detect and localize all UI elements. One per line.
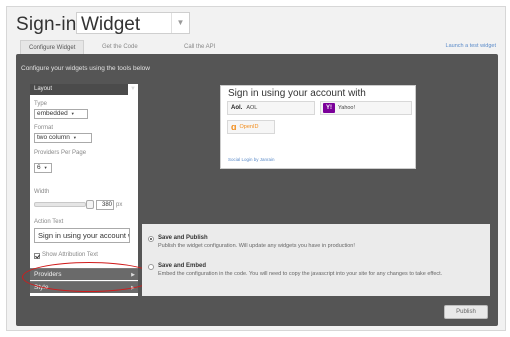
provider-aol-button[interactable]: Aol. AOL bbox=[227, 101, 315, 115]
provider-openid-label: OpenID bbox=[239, 124, 259, 130]
launch-test-widget-link[interactable]: Launch a test widget bbox=[446, 43, 496, 49]
collapse-arrow-icon[interactable]: ▼ bbox=[130, 86, 136, 92]
widget-select[interactable]: Widget ▼ bbox=[76, 12, 190, 35]
save-embed-title: Save and Embed bbox=[158, 263, 207, 269]
format-label: Format bbox=[34, 125, 54, 131]
save-publish-radio[interactable] bbox=[148, 236, 154, 242]
chevron-down-icon: ▼ bbox=[70, 111, 75, 116]
yahoo-logo: Y! bbox=[323, 103, 335, 113]
tab-configure-widget[interactable]: Configure Widget bbox=[20, 40, 85, 55]
providers-per-page-value: 6 bbox=[37, 164, 41, 171]
width-slider-handle[interactable] bbox=[86, 200, 94, 209]
type-select[interactable]: embedded ▼ bbox=[34, 109, 88, 119]
save-publish-description: Publish the widget configuration. Will u… bbox=[158, 243, 355, 249]
width-unit: px bbox=[116, 202, 123, 208]
chevron-down-icon: ▼ bbox=[171, 13, 189, 33]
providers-per-page-label: Providers Per Page bbox=[34, 150, 87, 156]
providers-section-label: Providers bbox=[34, 271, 62, 278]
show-attribution-label: Show Attribution Text bbox=[42, 252, 98, 258]
preview-title: Sign in using your account with bbox=[228, 88, 366, 99]
chevron-right-icon: ▶ bbox=[131, 285, 135, 291]
action-text-input[interactable]: Sign in using your account with bbox=[34, 228, 130, 243]
show-attribution-checkbox[interactable] bbox=[34, 253, 40, 259]
chevron-down-icon: ▼ bbox=[43, 165, 48, 170]
social-login-link[interactable]: Social Login by Janrain bbox=[228, 157, 275, 162]
provider-aol-label: AOL bbox=[246, 105, 258, 111]
width-slider-track[interactable] bbox=[34, 202, 86, 207]
style-section-label: Style bbox=[34, 284, 49, 291]
providers-per-page-select[interactable]: 6 ▼ bbox=[34, 163, 52, 173]
style-section[interactable]: Style ▶ bbox=[30, 281, 138, 293]
provider-yahoo-label: Yahoo! bbox=[338, 105, 356, 111]
chevron-right-icon: ▶ bbox=[131, 272, 135, 278]
provider-openid-button[interactable]: ɑ OpenID bbox=[227, 120, 275, 134]
chevron-down-icon: ▼ bbox=[72, 135, 77, 140]
openid-icon: ɑ bbox=[231, 122, 237, 132]
tab-call-the-api[interactable]: Call the API bbox=[184, 40, 215, 54]
provider-yahoo-button[interactable]: Y! Yahoo! bbox=[320, 101, 412, 115]
width-label: Width bbox=[34, 189, 50, 195]
type-select-value: embedded bbox=[37, 110, 68, 117]
save-embed-description: Embed the configuration in the code. You… bbox=[158, 271, 443, 277]
tab-get-the-code[interactable]: Get the Code bbox=[102, 40, 138, 54]
save-embed-radio[interactable] bbox=[148, 264, 154, 270]
page-title: Sign-in bbox=[16, 14, 77, 35]
format-select-value: two column bbox=[37, 134, 70, 141]
panel-caption: Configure your widgets using the tools b… bbox=[21, 65, 150, 72]
action-text-label: Action Text bbox=[34, 219, 64, 225]
width-input[interactable]: 380 bbox=[96, 200, 114, 210]
format-select[interactable]: two column ▼ bbox=[34, 133, 92, 143]
type-label: Type bbox=[34, 101, 48, 107]
save-publish-title: Save and Publish bbox=[158, 235, 208, 241]
aol-logo: Aol. bbox=[231, 105, 243, 111]
providers-section[interactable]: Providers ▶ bbox=[30, 268, 138, 280]
publish-button[interactable]: Publish bbox=[444, 305, 488, 319]
widget-select-value: Widget bbox=[81, 14, 141, 35]
layout-section-header[interactable]: Layout bbox=[30, 84, 128, 95]
